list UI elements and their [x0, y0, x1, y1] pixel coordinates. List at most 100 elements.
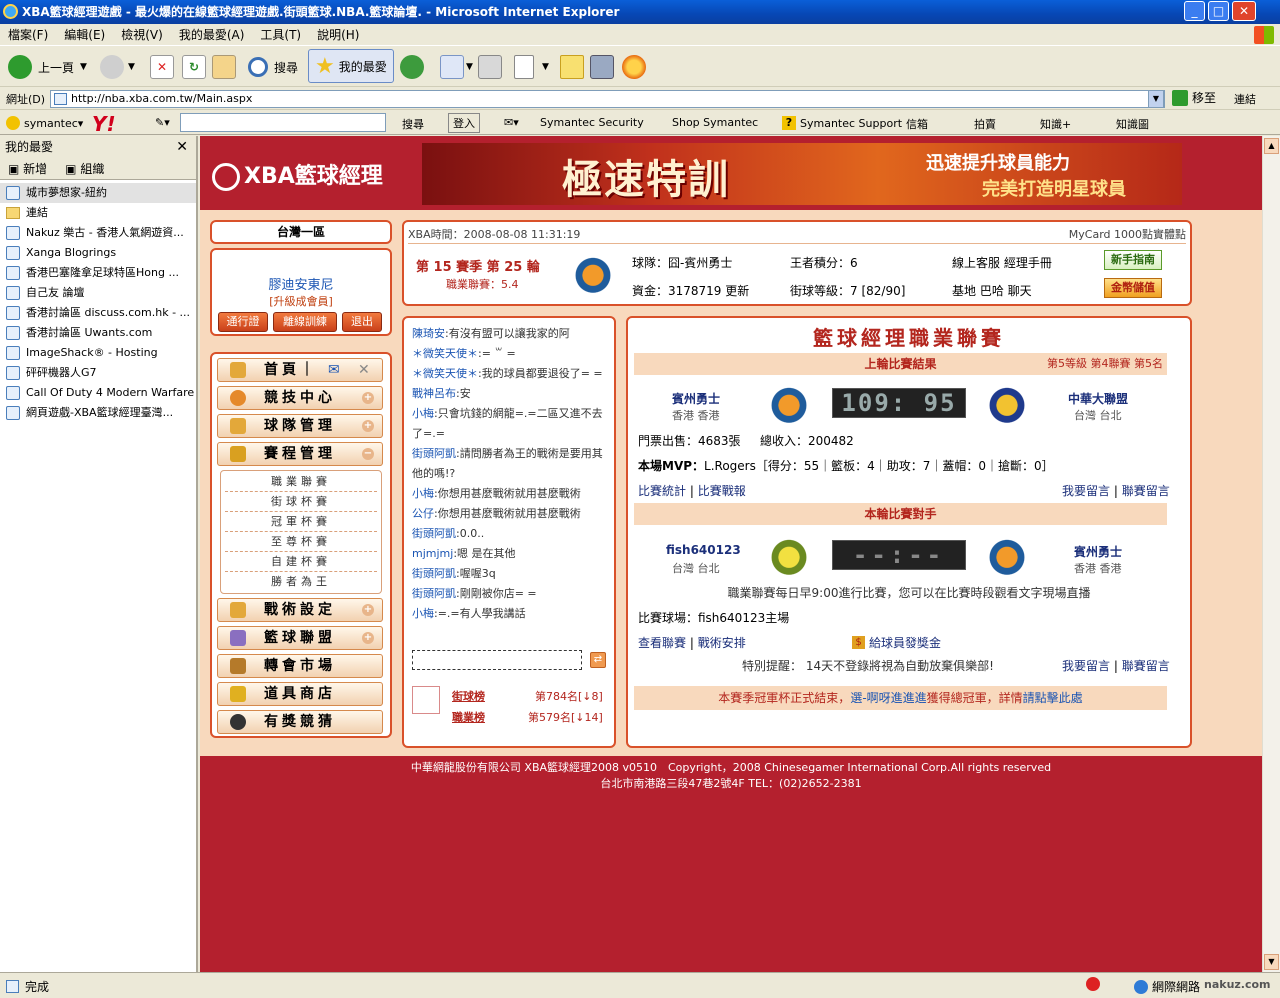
address-input[interactable]: http://nba.xba.com.tw/Main.aspx: [50, 90, 1165, 108]
submenu-winner-king[interactable]: 勝者為王: [225, 572, 377, 592]
chat-user[interactable]: 小梅: [412, 607, 434, 620]
chat-user[interactable]: ＊微笑天使＊: [412, 367, 478, 380]
nav-team[interactable]: 球隊管理 +: [217, 414, 383, 438]
favorite-item[interactable]: 自己友 論壇: [0, 283, 196, 303]
nav-schedule[interactable]: 賽程管理 −: [217, 442, 383, 466]
last-home-team[interactable]: 賓州勇士: [672, 390, 720, 407]
auction-link[interactable]: 拍賣: [974, 116, 996, 132]
go-button[interactable]: 移至: [1172, 89, 1216, 106]
menu-edit[interactable]: 編輯(E): [56, 24, 113, 46]
favorite-item[interactable]: 城市夢想家-紐約: [0, 183, 196, 203]
chat-input[interactable]: [412, 650, 582, 670]
print-button[interactable]: [478, 53, 502, 81]
chat-user[interactable]: 街頭阿凱: [412, 587, 456, 600]
login-button[interactable]: 登入: [448, 113, 480, 133]
mailbox-link[interactable]: 信箱: [906, 116, 928, 132]
chat-user[interactable]: 公仔: [412, 507, 434, 520]
base-links[interactable]: 基地 巴哈 聊天: [952, 282, 1032, 299]
links-label[interactable]: 連結: [1234, 91, 1256, 107]
favorite-item[interactable]: Xanga Blogrings: [0, 243, 196, 263]
favorite-folder[interactable]: 連結: [0, 203, 196, 223]
favorite-item[interactable]: 砰砰機器人G7: [0, 363, 196, 383]
submenu-pro-league[interactable]: 職業聯賽: [225, 472, 377, 492]
send-chat-icon[interactable]: ⇄: [590, 652, 606, 668]
next-home-team[interactable]: fish640123: [666, 543, 741, 557]
menu-view[interactable]: 檢視(V): [113, 24, 171, 46]
service-links[interactable]: 線上客服 經理手冊: [952, 254, 1052, 271]
leave-message-link[interactable]: 我要留言: [1062, 484, 1110, 498]
next-away-team[interactable]: 賓州勇士: [1074, 543, 1122, 560]
notes-button[interactable]: [560, 53, 584, 81]
organize-favorites-button[interactable]: ▣ 組織: [65, 162, 104, 176]
user-name[interactable]: 膠迪安東尼: [212, 274, 390, 293]
chat-user[interactable]: ＊微笑天使＊: [412, 347, 478, 360]
submenu-custom-cup[interactable]: 自建杯賽: [225, 552, 377, 572]
mail-nav-icon[interactable]: ✉: [328, 359, 340, 381]
tactics-link[interactable]: 戰術安排: [698, 636, 746, 650]
deposit-button[interactable]: 金幣儲值: [1104, 278, 1162, 298]
knowledge-map-link[interactable]: 知識圖: [1116, 116, 1149, 132]
submenu-supreme-cup[interactable]: 至尊杯賽: [225, 532, 377, 552]
leave-message-link[interactable]: 我要留言: [1062, 659, 1110, 673]
knowledge-link[interactable]: 知識+: [1040, 116, 1071, 132]
champion-team-link[interactable]: 選-啊呀進進進: [850, 691, 926, 705]
refresh-button[interactable]: ↻: [182, 53, 206, 81]
symantec-menu[interactable]: symantec ▾: [6, 116, 83, 130]
add-favorite-button[interactable]: ▣ 新增: [8, 162, 47, 176]
pencil-icon[interactable]: ✎▾: [155, 116, 170, 129]
nav-shop[interactable]: 道具商店: [217, 682, 383, 706]
nav-transfer[interactable]: 轉會市場: [217, 654, 383, 678]
yahoo-logo-icon[interactable]: Y!: [92, 112, 116, 136]
nav-alliance[interactable]: 籃球聯盟 +: [217, 626, 383, 650]
last-away-team[interactable]: 中華大聯盟: [1068, 390, 1128, 407]
page-scrollbar[interactable]: ▲ ▼: [1262, 136, 1280, 972]
extra-button[interactable]: [622, 53, 646, 81]
ad-banner[interactable]: 極速特訓 迅速提升球員能力 完美打造明星球員: [422, 143, 1182, 205]
favorite-item[interactable]: Nakuz 樂古 - 香港人氣網遊資...: [0, 223, 196, 243]
history-button[interactable]: [400, 53, 424, 81]
upgrade-member-link[interactable]: [升級成會員]: [212, 293, 390, 309]
chat-user[interactable]: 戰神呂布: [412, 387, 456, 400]
symantec-security-link[interactable]: Symantec Security: [540, 116, 644, 129]
shop-symantec-link[interactable]: Shop Symantec: [672, 116, 758, 129]
symantec-support-link[interactable]: ? Symantec Support: [782, 116, 902, 130]
league-message-link[interactable]: 聯賽留言: [1122, 484, 1170, 498]
street-rank-link[interactable]: 街球榜: [452, 688, 485, 704]
minimize-button[interactable]: _: [1184, 1, 1205, 21]
chat-user[interactable]: 小梅: [412, 407, 434, 420]
bonus-link[interactable]: $ 給球員發獎金: [852, 634, 941, 651]
menu-help[interactable]: 說明(H): [309, 24, 367, 46]
search-button[interactable]: 搜尋: [248, 53, 298, 81]
close-panel-icon[interactable]: ✕: [176, 136, 188, 158]
nav-home[interactable]: 首頁｜ ✉ ✕: [217, 358, 383, 382]
home-button[interactable]: [212, 53, 236, 81]
mail-alert-icon[interactable]: ✉▾: [504, 116, 519, 129]
submenu-champion-cup[interactable]: 冠軍杯賽: [225, 512, 377, 532]
match-stats-link[interactable]: 比賽統計: [638, 484, 686, 498]
favorite-item[interactable]: Call Of Duty 4 Modern Warfare ...: [0, 383, 196, 403]
address-dropdown[interactable]: ▼: [1148, 90, 1164, 108]
menu-tools[interactable]: 工具(T): [252, 24, 309, 46]
messenger-button[interactable]: [590, 53, 614, 81]
edit-button[interactable]: ▼: [514, 53, 549, 81]
scroll-down-icon[interactable]: ▼: [1264, 954, 1279, 970]
menu-favorites[interactable]: 我的最愛(A): [171, 24, 253, 46]
favorites-button[interactable]: ★ 我的最愛: [308, 49, 394, 83]
team-funds[interactable]: 資金：3178719 更新: [632, 282, 749, 299]
menu-file[interactable]: 檔案(F): [0, 24, 56, 46]
pass-button[interactable]: 通行證: [218, 312, 268, 332]
forward-button[interactable]: ▼: [100, 53, 135, 81]
exit-button[interactable]: 退出: [342, 312, 382, 332]
scroll-up-icon[interactable]: ▲: [1264, 138, 1279, 154]
tools-nav-icon[interactable]: ✕: [358, 359, 370, 381]
favorite-item[interactable]: 香港巴塞隆拿足球特區Hong ...: [0, 263, 196, 283]
offline-training-button[interactable]: 離線訓練: [273, 312, 337, 332]
mycard-link[interactable]: MyCard 1000點實體點: [1069, 226, 1186, 244]
match-report-link[interactable]: 比賽戰報: [698, 484, 746, 498]
chat-user[interactable]: 街頭阿凱: [412, 447, 456, 460]
submenu-street-cup[interactable]: 街球杯賽: [225, 492, 377, 512]
league-message-link[interactable]: 聯賽留言: [1122, 659, 1170, 673]
view-league-link[interactable]: 查看聯賽: [638, 636, 686, 650]
favorite-item[interactable]: 網頁遊戲-XBA籃球經理臺灣...: [0, 403, 196, 423]
favorite-item[interactable]: 香港討論區 Uwants.com: [0, 323, 196, 343]
